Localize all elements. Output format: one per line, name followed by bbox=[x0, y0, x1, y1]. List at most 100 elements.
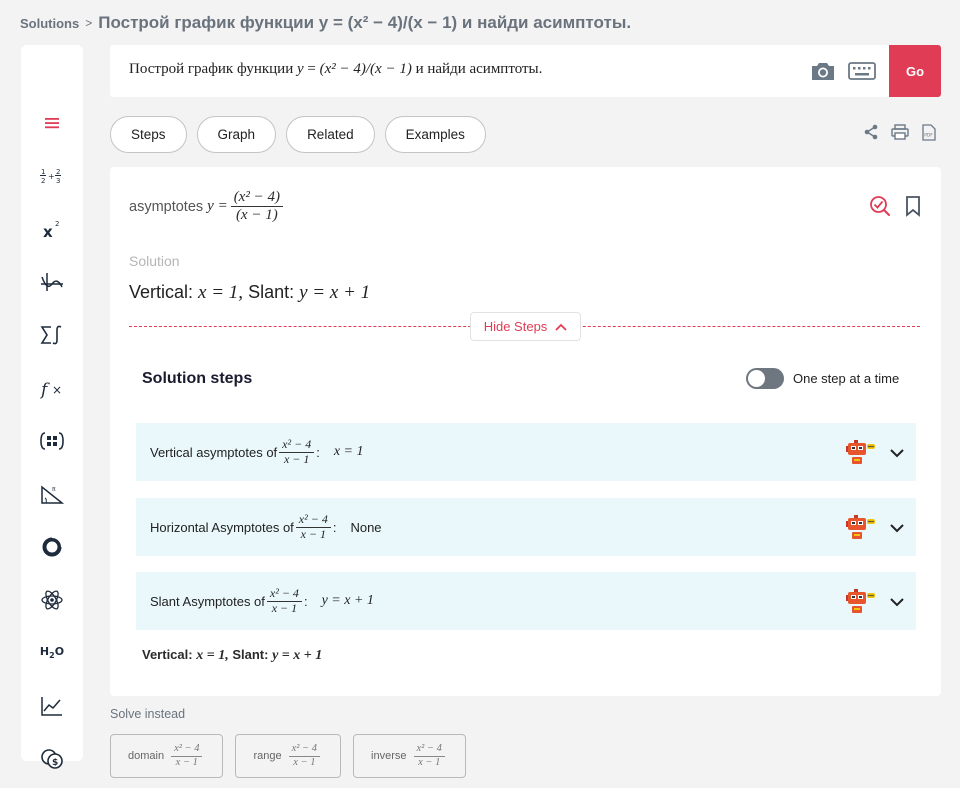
chemistry-o-label: O bbox=[54, 645, 65, 659]
breadcrumb-solutions-link[interactable]: Solutions bbox=[20, 16, 79, 31]
chip-denominator: x − 1 bbox=[293, 756, 316, 768]
step-row-vertical[interactable]: Vertical asymptotes of x² − 4 x − 1 : x … bbox=[136, 423, 916, 481]
answer-slant-math: y = x + 1 bbox=[299, 282, 371, 303]
final-answer: Vertical: x = 1, Slant: y = x + 1 bbox=[142, 647, 322, 664]
tab-examples[interactable]: Examples bbox=[384, 116, 486, 153]
step-row-horizontal[interactable]: Horizontal Asymptotes of x² − 4 x − 1 : … bbox=[136, 498, 916, 556]
sidebar-item-functions[interactable]: f × bbox=[21, 368, 83, 408]
step-label: Horizontal Asymptotes of bbox=[150, 519, 294, 535]
problem-lhs: y = bbox=[207, 198, 228, 215]
sidebar-item-chemistry[interactable]: H2O bbox=[21, 633, 83, 673]
camera-icon bbox=[812, 63, 834, 80]
keyboard-icon bbox=[848, 62, 876, 80]
query-expression: (x² − 4)/(x − 1) bbox=[319, 61, 412, 77]
chevron-down-icon[interactable] bbox=[890, 448, 904, 458]
query-input[interactable]: Построй график функции y = (x² − 4)/(x −… bbox=[129, 61, 542, 78]
keyboard-button[interactable] bbox=[847, 57, 877, 85]
step-colon: : bbox=[316, 444, 320, 460]
chip-denominator: x − 1 bbox=[175, 756, 198, 768]
sidebar-item-finance[interactable]: $ bbox=[21, 739, 83, 779]
sidebar: 1 2 +2 3 x2 f × π H2O $ bbox=[21, 45, 83, 769]
chip-domain[interactable]: domain x² − 4 x − 1 bbox=[110, 734, 224, 778]
chip-fraction: x² − 4 x − 1 bbox=[288, 743, 321, 768]
chip-range[interactable]: range x² − 4 x − 1 bbox=[235, 734, 342, 778]
verify-check-icon[interactable] bbox=[869, 195, 891, 217]
robot-tutor-icon[interactable] bbox=[846, 589, 876, 615]
sum-integral-icon bbox=[40, 325, 62, 345]
step-colon: : bbox=[303, 593, 308, 609]
statistics-donut-icon bbox=[42, 536, 63, 557]
svg-text:×: × bbox=[52, 383, 62, 397]
query-bar: Построй график функции y = (x² − 4)/(x −… bbox=[110, 45, 941, 97]
step-fraction: x² − 4 x − 1 bbox=[295, 512, 331, 542]
step-row-slant[interactable]: Slant Asymptotes of x² − 4 x − 1 : y = x… bbox=[136, 572, 916, 630]
tab-steps[interactable]: Steps bbox=[110, 116, 187, 153]
print-icon bbox=[891, 124, 909, 140]
step-label: Slant Asymptotes of bbox=[150, 593, 265, 609]
chip-denominator: x − 1 bbox=[418, 756, 441, 768]
sidebar-menu-button[interactable] bbox=[21, 103, 83, 143]
chevron-down-icon[interactable] bbox=[890, 523, 904, 533]
finance-coins-icon: $ bbox=[41, 749, 63, 769]
one-step-toggle[interactable] bbox=[746, 368, 784, 389]
card-actions bbox=[869, 195, 921, 217]
trigonometry-icon: π bbox=[41, 485, 64, 504]
function-icon: f × bbox=[40, 380, 62, 399]
chip-fraction: x² − 4 x − 1 bbox=[171, 743, 203, 768]
share-button[interactable] bbox=[862, 123, 880, 141]
chip-numerator: x² − 4 bbox=[413, 743, 445, 757]
problem-numerator: (x² − 4) bbox=[230, 189, 283, 208]
sidebar-item-fractions[interactable]: 1 2 +2 3 bbox=[21, 156, 83, 196]
bookmark-icon[interactable] bbox=[905, 195, 921, 217]
robot-tutor-icon[interactable] bbox=[846, 440, 876, 466]
camera-button[interactable] bbox=[808, 57, 838, 85]
print-button[interactable] bbox=[891, 123, 909, 141]
pdf-button[interactable]: PDF bbox=[920, 123, 938, 141]
problem-fraction: (x² − 4) (x − 1) bbox=[230, 189, 283, 225]
problem-word: asymptotes bbox=[129, 198, 204, 215]
chip-inverse[interactable]: inverse x² − 4 x − 1 bbox=[353, 734, 466, 778]
hide-steps-button[interactable]: Hide Steps bbox=[470, 312, 581, 341]
robot-tutor-icon[interactable] bbox=[846, 515, 876, 541]
sidebar-item-physics[interactable] bbox=[21, 580, 83, 620]
final-slant-math: y = x + 1 bbox=[272, 648, 323, 663]
answer-vertical-math: x = 1, bbox=[198, 282, 244, 303]
chemistry-h-label: H bbox=[39, 645, 50, 659]
query-suffix-text: и найди асимптоты. bbox=[415, 61, 543, 77]
step-result: None bbox=[350, 519, 382, 535]
step-actions bbox=[846, 440, 904, 466]
problem-statement: asymptotes y = (x² − 4) (x − 1) bbox=[129, 189, 286, 225]
tab-tools: PDF bbox=[862, 123, 938, 141]
sidebar-item-matrices[interactable] bbox=[21, 421, 83, 461]
svg-text:1: 1 bbox=[41, 168, 45, 176]
sidebar-item-sums-integrals[interactable] bbox=[21, 315, 83, 355]
sidebar-item-exponents[interactable]: x2 bbox=[21, 209, 83, 249]
go-button[interactable]: Go bbox=[889, 45, 941, 97]
query-variable: y bbox=[296, 61, 304, 77]
sidebar-item-graphs[interactable] bbox=[21, 686, 83, 726]
query-equals: = bbox=[303, 61, 320, 77]
chevron-down-icon[interactable] bbox=[890, 597, 904, 607]
chip-label: range bbox=[253, 750, 282, 762]
one-step-toggle-group: One step at a time bbox=[746, 368, 899, 389]
svg-text:x: x bbox=[43, 223, 53, 240]
svg-text:$: $ bbox=[52, 758, 58, 768]
svg-text:2: 2 bbox=[56, 168, 60, 176]
step-colon: : bbox=[332, 519, 337, 535]
tab-related[interactable]: Related bbox=[286, 116, 375, 153]
exponent-icon: x2 bbox=[43, 220, 59, 240]
svg-text:f: f bbox=[40, 380, 50, 399]
tab-graph[interactable]: Graph bbox=[196, 116, 277, 153]
answer-slant-word: Slant: bbox=[248, 282, 295, 302]
final-vertical-word: Vertical: bbox=[142, 647, 193, 662]
chip-numerator: x² − 4 bbox=[171, 743, 203, 757]
chip-numerator: x² − 4 bbox=[288, 743, 321, 757]
step-fraction: x² − 4 x − 1 bbox=[279, 437, 315, 467]
line-chart-icon bbox=[41, 697, 62, 716]
fractions-icon: 12 +23 bbox=[40, 168, 61, 185]
sidebar-item-trigonometry[interactable]: π bbox=[21, 474, 83, 514]
step-denominator: x − 1 bbox=[300, 526, 327, 541]
sidebar-item-calculus[interactable] bbox=[21, 262, 83, 302]
problem-denominator: (x − 1) bbox=[235, 207, 278, 224]
sidebar-item-statistics[interactable] bbox=[21, 527, 83, 567]
